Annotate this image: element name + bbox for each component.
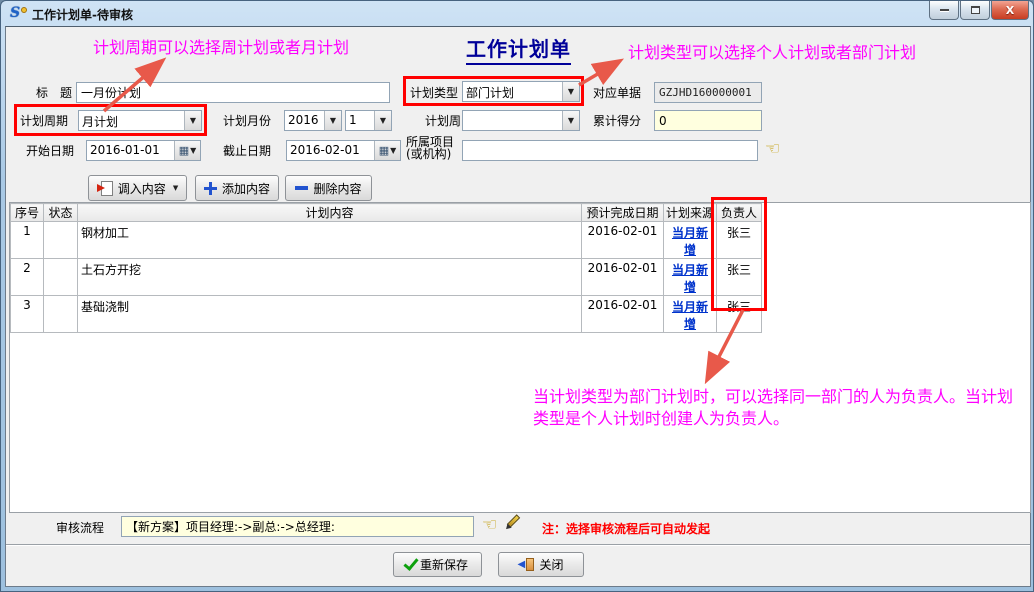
plan-cycle-select[interactable]: 月计划 ▼ [78,110,202,131]
col-header-due: 预计完成日期 [582,204,664,222]
cell-source: 当月新增 [664,222,717,259]
close-form-button[interactable]: ◀ 关闭 [498,552,584,577]
table-row[interactable]: 2 土石方开挖 2016-02-01 当月新增 张三 [11,259,1030,296]
cell-source: 当月新增 [664,296,717,333]
doc-no-field: GZJHD160000001 [654,82,762,103]
cell-no[interactable]: 1 [11,222,44,259]
plan-week-select[interactable]: ▼ [462,110,580,131]
app-window: S 工作计划单-待审核 X 计划周期可以选择周计划或者月计划 工作计划单 计划类… [0,0,1034,592]
close-button[interactable]: X [991,1,1029,20]
chevron-down-icon: ▼ [190,146,196,155]
annotation-owner-line2: 类型是个人计划时创建人为负责人。 [533,408,789,430]
col-header-content: 计划内容 [78,204,582,222]
table-row[interactable]: 1 钢材加工 2016-02-01 当月新增 张三 [11,222,1030,259]
plus-icon [204,182,217,195]
minus-icon [295,186,308,190]
plan-cycle-label: 计划周期 [20,114,68,128]
minimize-icon [940,9,949,12]
save-button[interactable]: 重新保存 [393,552,482,577]
load-content-button[interactable]: 调入内容 ▼ [88,175,187,201]
source-link[interactable]: 当月新增 [672,300,708,331]
source-link[interactable]: 当月新增 [672,226,708,257]
chevron-down-icon[interactable]: ▼ [184,111,201,130]
col-header-no: 序号 [11,204,44,222]
cell-status[interactable] [44,259,78,296]
start-date-picker[interactable]: 2016-01-01 ▦ ▼ [86,140,201,161]
cell-owner[interactable]: 张三 [717,296,762,333]
chevron-down-icon: ▼ [390,146,396,155]
col-header-filler [762,204,1030,222]
end-date-picker[interactable]: 2016-02-01 ▦ ▼ [286,140,401,161]
cell-no[interactable]: 2 [11,259,44,296]
cell-content[interactable]: 基础浇制 [78,296,582,333]
hand-picker-icon[interactable]: ☜ [482,516,497,534]
chevron-down-icon[interactable]: ▼ [562,111,579,130]
chevron-down-icon: ▼ [173,184,178,192]
plan-week-label: 计划周 [425,114,461,128]
minimize-button[interactable] [929,1,959,20]
add-content-button[interactable]: 添加内容 [195,175,279,201]
cell-content[interactable]: 土石方开挖 [78,259,582,296]
table-row[interactable]: 3 基础浇制 2016-02-01 当月新增 张三 [11,296,1030,333]
app-logo-icon: S [10,5,27,22]
plan-type-select[interactable]: 部门计划 ▼ [462,81,580,102]
col-header-source: 计划来源 [664,204,717,222]
close-icon: X [1006,4,1014,17]
col-header-status: 状态 [44,204,78,222]
cell-owner[interactable]: 张三 [717,222,762,259]
table-header-row: 序号 状态 计划内容 预计完成日期 计划来源 负责人 [11,204,1030,222]
doc-no-label: 对应单据 [593,86,641,100]
cell-due[interactable]: 2016-02-01 [582,296,664,333]
annotation-owner-line1: 当计划类型为部门计划时，可以选择同一部门的人为负责人。当计划 [533,386,1013,408]
title-label: 标 题 [36,86,72,100]
score-input[interactable]: 0 [654,110,762,131]
plan-monthnum-select[interactable]: 1 ▼ [345,110,392,131]
flow-note: 注：选择审核流程后可自动发起 [542,520,710,537]
calendar-icon: ▦ [379,144,389,157]
page-title: 工作计划单 [466,33,571,65]
chevron-down-icon[interactable]: ▼ [562,82,579,101]
score-label: 累计得分 [593,114,641,128]
project-label-line2: (或机构) [406,148,451,160]
plan-items-table: 序号 状态 计划内容 预计完成日期 计划来源 负责人 1 钢材加工 2016-0… [9,202,1031,513]
chevron-down-icon[interactable]: ▼ [374,111,391,130]
load-document-icon [97,181,113,195]
cell-content[interactable]: 钢材加工 [78,222,582,259]
cell-status[interactable] [44,222,78,259]
plan-year-select[interactable]: 2016 ▼ [284,110,342,131]
cell-status[interactable] [44,296,78,333]
start-date-label: 开始日期 [26,144,74,158]
plan-month-label: 计划月份 [223,114,271,128]
exit-door-icon: ◀ [518,558,534,572]
plan-type-label: 计划类型 [410,86,458,100]
source-link[interactable]: 当月新增 [672,263,708,294]
project-input[interactable] [462,140,758,161]
title-input[interactable]: 一月份计划 [76,82,390,103]
titlebar[interactable]: S 工作计划单-待审核 X [1,1,1033,26]
flow-input[interactable]: 【新方案】项目经理:->副总:->总经理: [121,516,474,537]
calendar-icon: ▦ [179,144,189,157]
end-date-label: 截止日期 [223,144,271,158]
maximize-button[interactable] [960,1,990,20]
col-header-owner: 负责人 [717,204,762,222]
cell-due[interactable]: 2016-02-01 [582,259,664,296]
cell-source: 当月新增 [664,259,717,296]
chevron-down-icon[interactable]: ▼ [324,111,341,130]
cell-due[interactable]: 2016-02-01 [582,222,664,259]
separator [6,544,1030,546]
annotation-plan-cycle: 计划周期可以选择周计划或者月计划 [93,37,349,59]
check-icon [403,555,418,571]
cell-owner[interactable]: 张三 [717,259,762,296]
hand-picker-icon[interactable]: ☜ [765,140,780,158]
annotation-plan-type: 计划类型可以选择个人计划或者部门计划 [628,42,916,64]
maximize-icon [971,6,980,14]
cell-no[interactable]: 3 [11,296,44,333]
flow-label: 审核流程 [56,521,104,535]
delete-content-button[interactable]: 删除内容 [285,175,372,201]
window-title: 工作计划单-待审核 [32,6,133,23]
